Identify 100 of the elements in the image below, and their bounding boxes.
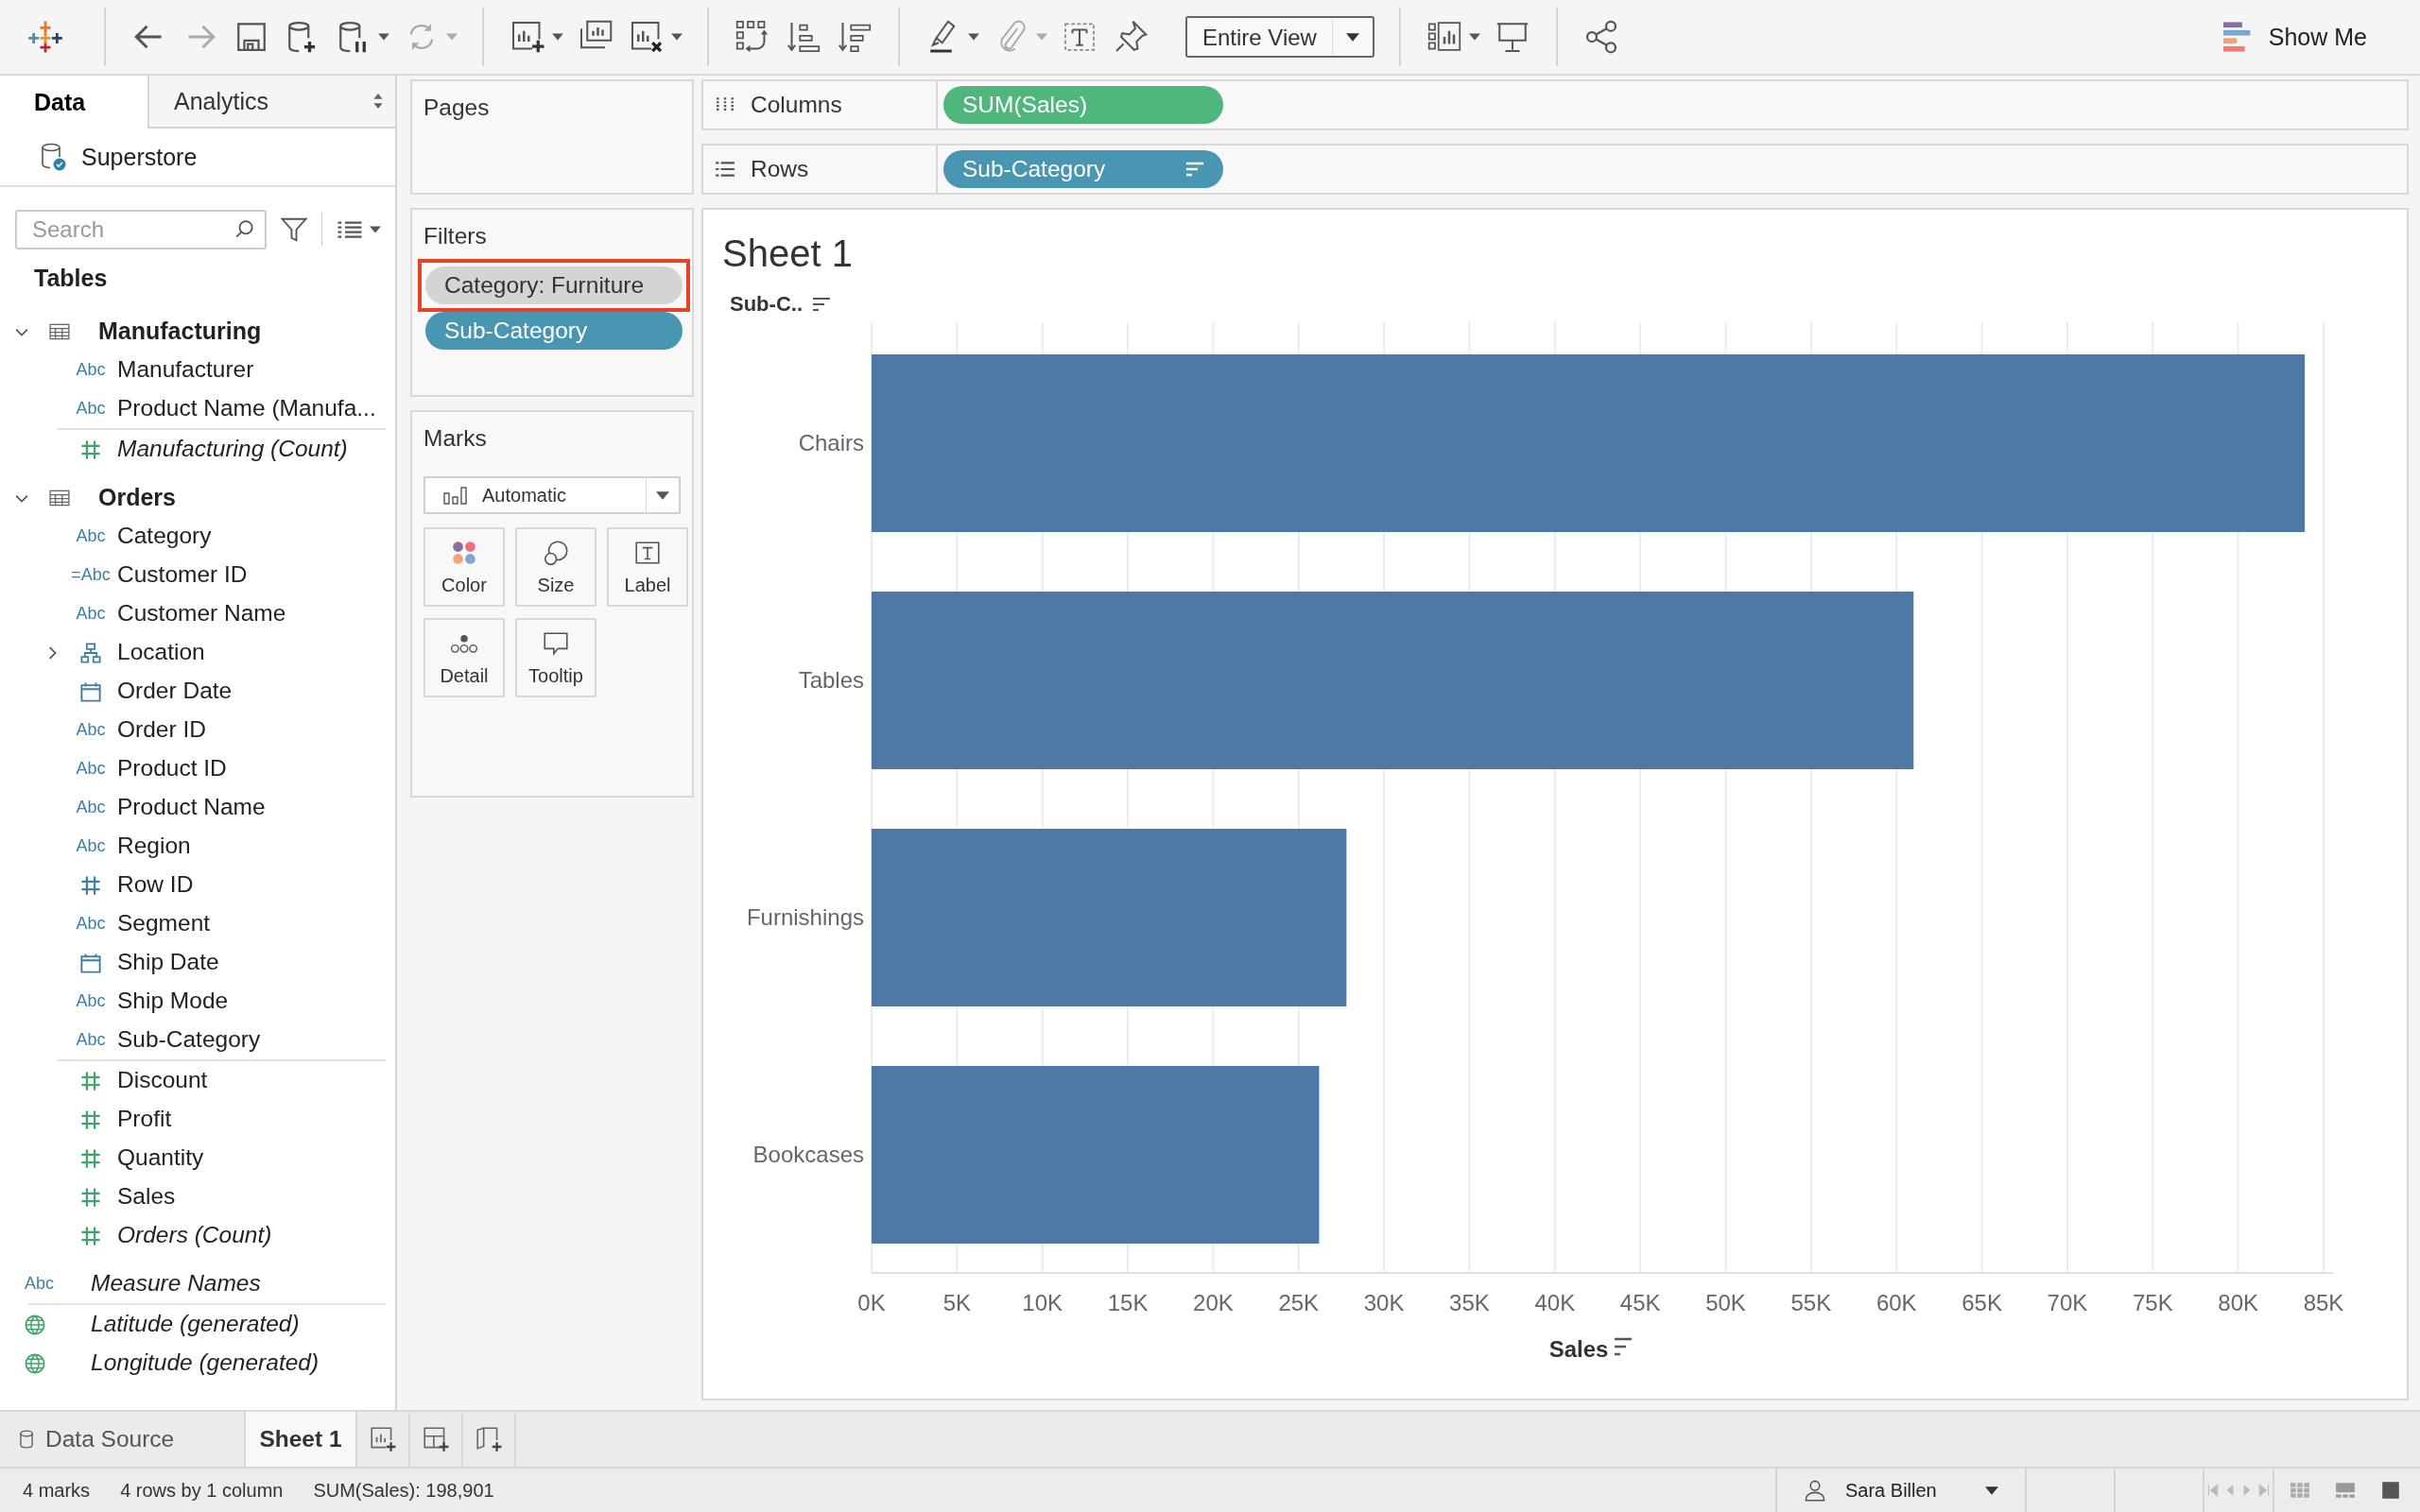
- caret-icon[interactable]: [1345, 32, 1359, 42]
- axis-tick-label: 40K: [1534, 1290, 1576, 1315]
- card-title: Pages: [423, 94, 491, 121]
- status-text: 4 marks: [23, 1479, 91, 1502]
- type-label: Abc: [76, 759, 106, 779]
- type-label: Abc: [76, 360, 106, 380]
- caret-icon[interactable]: [378, 33, 389, 41]
- type-label: Abc: [76, 914, 106, 934]
- pane-tab[interactable]: Analytics: [147, 76, 395, 129]
- field-name[interactable]: Customer Name: [117, 599, 286, 628]
- field-name[interactable]: Ship Mode: [117, 987, 229, 1016]
- database-icon[interactable]: [19, 1430, 34, 1449]
- search-icon[interactable]: [234, 219, 255, 240]
- mark-type-dropdown[interactable]: Automatic: [424, 476, 681, 514]
- field-name[interactable]: Row ID: [117, 870, 194, 900]
- single-view-icon[interactable]: [2380, 1482, 2401, 1499]
- sheet-tab[interactable]: Sheet 1: [246, 1412, 357, 1467]
- table-icon: [49, 489, 70, 507]
- axis-tick-label: 35K: [1449, 1290, 1490, 1315]
- shelf-label: Columns: [751, 92, 842, 118]
- filter-pill[interactable]: Category: Furniture: [425, 266, 683, 304]
- user-menu[interactable]: Sara Billen: [1792, 1479, 2010, 1502]
- marks-card-button[interactable]: Label: [607, 527, 688, 607]
- status-text: SUM(Sales): 198,901: [313, 1479, 494, 1502]
- type-label: Abc: [76, 991, 106, 1011]
- caret-icon[interactable]: [552, 33, 563, 41]
- row-header[interactable]: Sub-C..: [730, 292, 803, 317]
- type-label: Abc: [76, 836, 106, 856]
- card-title: Marks: [423, 424, 488, 452]
- field-name[interactable]: Manufacturing (Count): [117, 435, 348, 464]
- user-icon[interactable]: [1804, 1479, 1826, 1502]
- caret-icon[interactable]: [968, 33, 979, 41]
- field-name[interactable]: Discount: [117, 1066, 208, 1095]
- status-text: 4 rows by 1 column: [120, 1479, 284, 1502]
- card-title: Filters: [423, 222, 488, 249]
- type-label: Abc: [76, 798, 106, 817]
- type-label: Abc: [25, 1274, 55, 1294]
- caret-icon[interactable]: [656, 490, 669, 500]
- field-name[interactable]: Orders (Count): [117, 1221, 272, 1250]
- data-source-name[interactable]: Superstore: [81, 143, 198, 171]
- caret-icon[interactable]: [370, 226, 381, 233]
- caret-icon[interactable]: [1468, 33, 1480, 41]
- category-label: Chairs: [798, 430, 864, 455]
- field-name[interactable]: Measure Names: [91, 1269, 261, 1298]
- search-field[interactable]: Search: [15, 210, 267, 249]
- type-label: Abc: [76, 720, 106, 740]
- shelf-label: Rows: [751, 156, 809, 182]
- section-title: Tables: [33, 264, 109, 293]
- type-label: Abc: [76, 1030, 106, 1050]
- filter-icon[interactable]: [280, 215, 308, 244]
- field-name[interactable]: Longitude (generated): [91, 1349, 320, 1378]
- marks-card-button[interactable]: Tooltip: [515, 618, 596, 697]
- table-name[interactable]: Manufacturing: [98, 318, 262, 345]
- field-name[interactable]: Profit: [117, 1105, 172, 1134]
- field-name[interactable]: Region: [117, 832, 191, 861]
- marks-card-button[interactable]: Detail: [424, 618, 505, 697]
- axis-tick-label: 5K: [942, 1290, 972, 1315]
- field-name[interactable]: Quantity: [117, 1143, 204, 1173]
- field-name[interactable]: Customer ID: [117, 560, 248, 590]
- marks-card-button[interactable]: Color: [424, 527, 505, 607]
- axis-tick-label: 80K: [2218, 1290, 2258, 1315]
- field-name[interactable]: Order Date: [117, 677, 233, 706]
- field-name[interactable]: Product ID: [117, 754, 227, 783]
- field-name[interactable]: Order ID: [117, 715, 206, 745]
- axis-tick-label: 60K: [1876, 1290, 1917, 1315]
- axis-tick-label: 85K: [2303, 1290, 2344, 1315]
- field-name[interactable]: Location: [117, 638, 205, 667]
- field-name[interactable]: Ship Date: [117, 948, 219, 977]
- field-name[interactable]: Manufacturer: [117, 355, 254, 385]
- axis-title: Sales: [1548, 1336, 1609, 1362]
- field-name[interactable]: Category: [117, 522, 212, 551]
- view-mode-dropdown[interactable]: Entire View: [1185, 16, 1374, 58]
- caret-icon[interactable]: [1985, 1486, 1998, 1495]
- type-label: =Abc: [71, 565, 111, 585]
- sort-icon[interactable]: [812, 297, 831, 312]
- axis-tick-label: 65K: [1962, 1290, 2002, 1315]
- field-name[interactable]: Product Name: [117, 793, 266, 822]
- axis-tick-label: 45K: [1619, 1290, 1661, 1315]
- show-me-button[interactable]: Show Me: [2217, 20, 2373, 54]
- axis-tick-label: 0K: [857, 1290, 886, 1315]
- axis-tick-label: 15K: [1107, 1290, 1149, 1315]
- field-name[interactable]: Latitude (generated): [91, 1310, 300, 1339]
- table-name[interactable]: Orders: [98, 484, 176, 511]
- field-name[interactable]: Segment: [117, 909, 211, 938]
- type-label: Abc: [76, 604, 106, 624]
- rows-icon: [715, 159, 735, 180]
- field-name[interactable]: Sub-Category: [117, 1025, 261, 1055]
- field-name[interactable]: Sales: [117, 1182, 176, 1211]
- axis-tick-label: 70K: [2047, 1290, 2088, 1315]
- axis-tick-label: 30K: [1363, 1290, 1405, 1315]
- field-name[interactable]: Product Name (Manufa...: [117, 394, 376, 423]
- sheet-title: Sheet 1: [721, 232, 854, 275]
- marks-card-button[interactable]: Size: [515, 527, 596, 607]
- caret-icon[interactable]: [671, 33, 683, 41]
- up-down-arrows-icon[interactable]: [372, 94, 384, 109]
- sort-icon[interactable]: [1613, 1337, 1634, 1356]
- circles-icon[interactable]: [542, 538, 570, 567]
- table-icon: [49, 322, 70, 340]
- category-label: Furnishings: [746, 904, 864, 930]
- axis-tick-label: 20K: [1193, 1290, 1234, 1315]
